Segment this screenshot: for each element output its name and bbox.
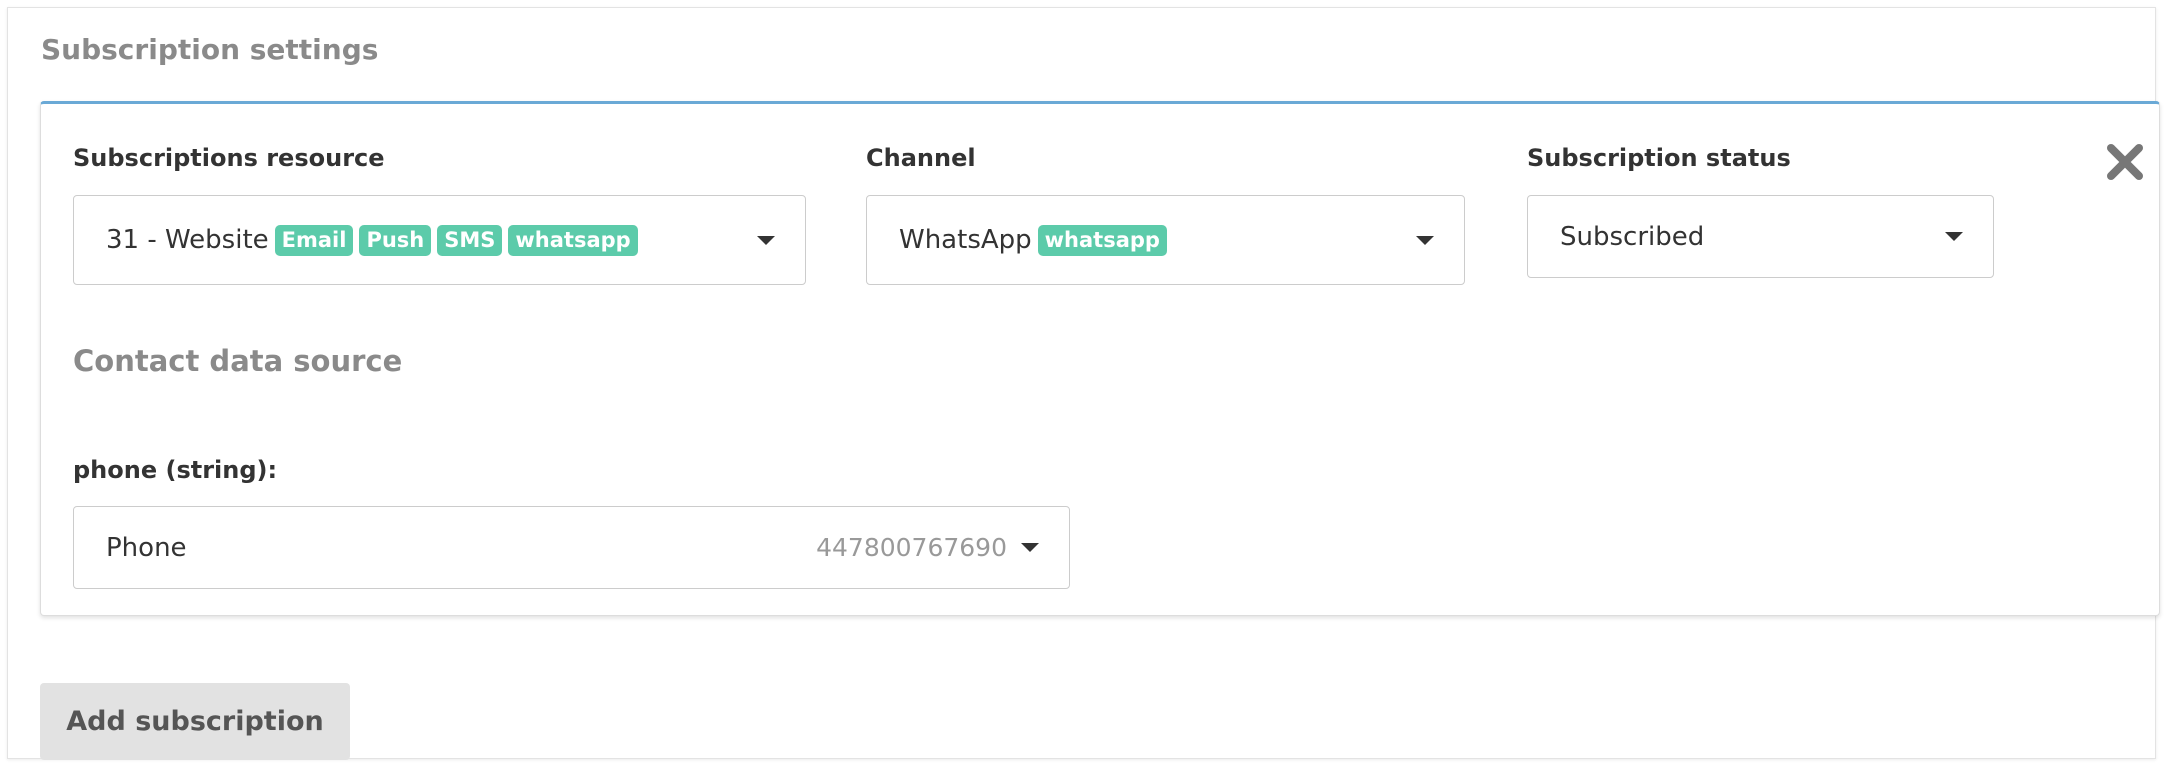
- phone-sample-value: 447800767690: [816, 533, 1007, 562]
- status-label: Subscription status: [1527, 144, 1791, 172]
- chevron-down-icon: [1945, 232, 1963, 241]
- channel-label: Channel: [866, 144, 976, 172]
- status-value: Subscribed: [1560, 221, 1705, 252]
- chevron-down-icon: [1021, 543, 1039, 552]
- channel-select[interactable]: WhatsApp whatsapp: [866, 195, 1465, 285]
- resource-label: Subscriptions resource: [73, 144, 385, 172]
- subscription-card: Subscriptions resource 31 - Website Emai…: [40, 101, 2160, 616]
- status-select[interactable]: Subscribed: [1527, 195, 1994, 278]
- chevron-down-icon: [757, 236, 775, 245]
- channel-value: WhatsApp: [899, 225, 1032, 255]
- contact-source-title: Contact data source: [73, 344, 403, 378]
- section-title: Subscription settings: [41, 33, 379, 66]
- resource-tag-email: Email: [274, 224, 354, 256]
- close-icon[interactable]: [2105, 142, 2145, 182]
- resource-select[interactable]: 31 - Website Email Push SMS whatsapp: [73, 195, 806, 285]
- resource-tag-push: Push: [359, 224, 432, 256]
- resource-tag-sms: SMS: [437, 224, 503, 256]
- phone-source-value: Phone: [106, 532, 187, 563]
- resource-tag-whatsapp: whatsapp: [508, 224, 638, 256]
- resource-value: 31 - Website: [106, 225, 269, 255]
- add-subscription-button[interactable]: Add subscription: [40, 683, 350, 760]
- phone-source-select[interactable]: Phone 447800767690: [73, 506, 1070, 589]
- phone-field-label: phone (string):: [73, 456, 278, 484]
- subscription-settings-panel: Subscription settings Subscriptions reso…: [7, 7, 2160, 760]
- chevron-down-icon: [1416, 236, 1434, 245]
- channel-tag-whatsapp: whatsapp: [1037, 224, 1167, 256]
